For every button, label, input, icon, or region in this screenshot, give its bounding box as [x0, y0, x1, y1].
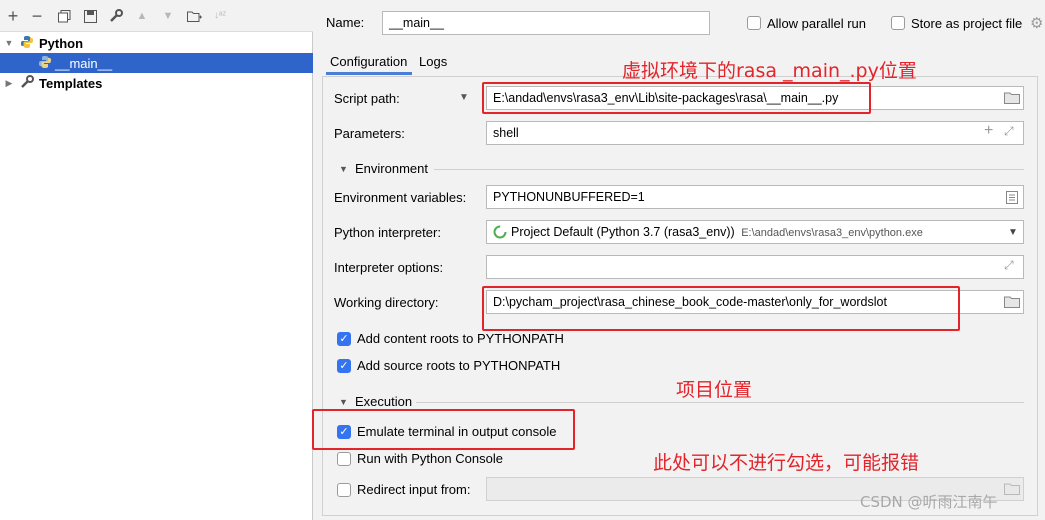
wrench-icon[interactable] — [108, 8, 124, 24]
python-file-icon — [38, 55, 52, 72]
parameters-label: Parameters: — [334, 126, 405, 141]
annotation-box-script-path — [482, 82, 871, 114]
chevron-down-icon[interactable]: ▼ — [1008, 227, 1018, 238]
add-source-roots-checkbox[interactable]: ✓ — [337, 359, 351, 373]
allow-parallel-label: Allow parallel run — [767, 16, 866, 31]
folder-icon[interactable] — [1004, 483, 1020, 495]
collapse-arrow-icon[interactable]: ▶ — [2, 78, 16, 89]
section-divider — [434, 169, 1024, 170]
new-folder-icon[interactable] — [186, 8, 202, 24]
redirect-input-checkbox[interactable] — [337, 483, 351, 497]
tab-configuration[interactable]: Configuration — [326, 51, 412, 75]
watermark: CSDN @听雨江南午 — [860, 493, 998, 511]
run-python-console-checkbox[interactable] — [337, 452, 351, 466]
store-as-project-checkbox[interactable] — [891, 16, 905, 30]
arrow-down-icon[interactable]: ▼ — [160, 8, 176, 24]
save-icon[interactable] — [82, 8, 98, 24]
env-vars-label: Environment variables: — [334, 190, 467, 205]
allow-parallel-checkbox[interactable] — [747, 16, 761, 30]
parameters-input[interactable]: shell — [486, 121, 1024, 145]
tab-label: Configuration — [330, 54, 408, 69]
tree-item-templates[interactable]: ▶ Templates — [0, 73, 313, 93]
plus-icon[interactable]: + — [5, 7, 21, 25]
tree-item-label: Python — [39, 35, 84, 51]
annotation-script-note: 虚拟环境下的rasa _main_.py位置 — [622, 60, 917, 82]
tree-item-label: Templates — [39, 75, 103, 91]
name-input[interactable]: __main__ — [382, 11, 710, 35]
run-config-tree-panel: + − ▲ ▼ ↓ᵃᶻ ▼ Python __main__ ▶ Template… — [0, 0, 313, 520]
sort-az-icon[interactable]: ↓ᵃᶻ — [212, 8, 228, 24]
tree-toolbar: + − ▲ ▼ ↓ᵃᶻ — [0, 0, 313, 32]
execution-section-title: Execution — [355, 394, 413, 409]
annotation-checkbox-note: 此处可以不进行勾选，可能报错 — [653, 452, 920, 474]
interpreter-options-label: Interpreter options: — [334, 260, 444, 275]
redirect-input-label: Redirect input from: — [357, 482, 471, 497]
tree-item-main[interactable]: __main__ — [0, 53, 313, 73]
annotation-project-note: 项目位置 — [676, 379, 753, 401]
tree-item-python[interactable]: ▼ Python — [0, 33, 313, 53]
name-label: Name: — [326, 15, 365, 30]
add-content-roots-checkbox[interactable]: ✓ — [337, 332, 351, 346]
list-icon[interactable] — [1006, 191, 1018, 204]
script-path-label: Script path: — [334, 91, 400, 106]
copy-icon[interactable] — [56, 8, 72, 24]
collapse-arrow-icon[interactable]: ▼ — [339, 164, 348, 174]
loading-icon — [493, 225, 507, 239]
expand-icon[interactable]: ⤢ — [1004, 258, 1014, 273]
wrench-icon — [20, 74, 34, 92]
store-as-project-label: Store as project file — [911, 16, 1023, 31]
env-vars-input[interactable]: PYTHONUNBUFFERED=1 — [486, 185, 1024, 209]
folder-icon[interactable] — [1004, 92, 1020, 104]
collapse-arrow-icon[interactable]: ▼ — [339, 397, 348, 407]
expand-arrow-icon[interactable]: ▼ — [2, 38, 16, 48]
environment-section-title: Environment — [355, 161, 428, 176]
run-python-console-label: Run with Python Console — [357, 451, 503, 466]
script-type-dropdown-icon[interactable]: ▼ — [459, 92, 469, 103]
add-content-roots-label: Add content roots to PYTHONPATH — [357, 331, 564, 346]
folder-icon[interactable] — [1004, 296, 1020, 308]
minus-icon[interactable]: − — [29, 7, 45, 25]
tab-label: Logs — [419, 54, 448, 69]
interpreter-options-input[interactable] — [486, 255, 1024, 279]
annotation-box-emulate-terminal — [312, 409, 575, 450]
annotation-box-working-dir — [482, 286, 960, 331]
section-divider — [416, 402, 1024, 403]
expand-icon[interactable]: ⤢ — [1004, 124, 1014, 139]
interpreter-path: E:\andad\envs\rasa3_env\python.exe — [741, 227, 923, 239]
interpreter-select[interactable]: Project Default (Python 3.7 (rasa3_env))… — [486, 220, 1024, 244]
python-icon — [20, 35, 34, 52]
tab-logs[interactable]: Logs — [416, 51, 456, 75]
tree-item-label: __main__ — [55, 55, 113, 71]
arrow-up-icon[interactable]: ▲ — [134, 8, 150, 24]
add-source-roots-label: Add source roots to PYTHONPATH — [357, 358, 561, 373]
gear-icon[interactable]: ⚙ — [1030, 14, 1043, 32]
working-dir-label: Working directory: — [334, 295, 439, 310]
interpreter-value: Project Default (Python 3.7 (rasa3_env)) — [511, 225, 735, 239]
interpreter-label: Python interpreter: — [334, 225, 441, 240]
plus-icon[interactable]: + — [984, 122, 993, 140]
